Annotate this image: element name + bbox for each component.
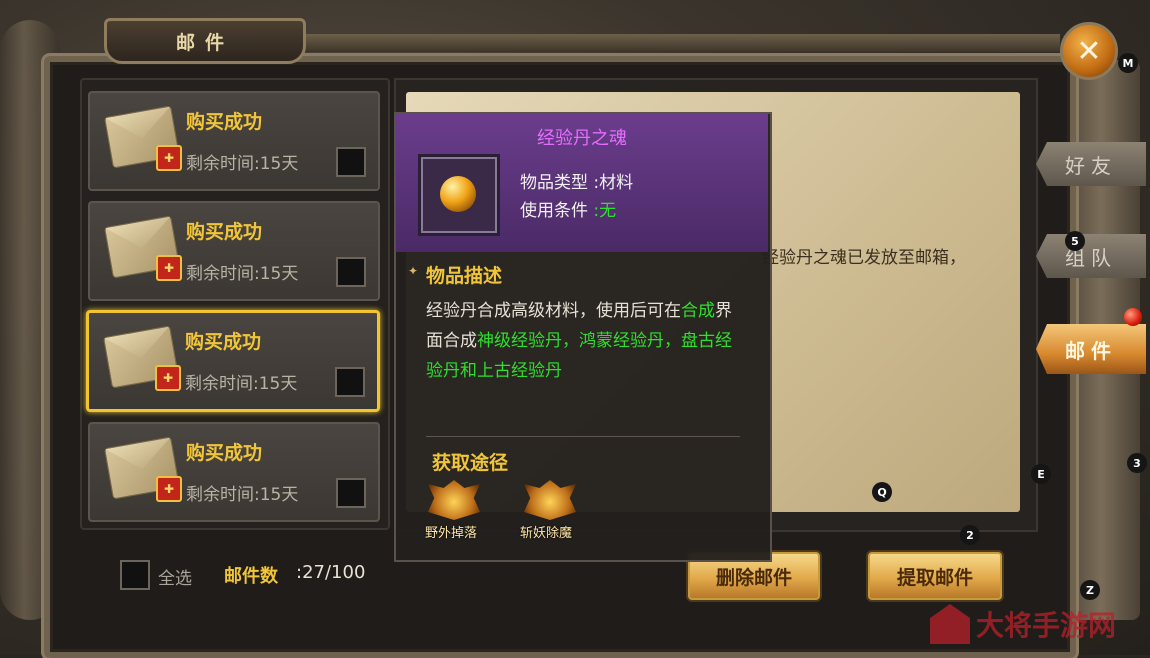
mail-item[interactable]: ✚ 购买成功 剩余时间:15天 — [88, 201, 380, 301]
item-type-row: 物品类型 :材料 — [520, 168, 633, 193]
close-button[interactable]: ✕ — [1060, 22, 1118, 80]
notification-badge-icon — [1124, 308, 1142, 326]
overlay-marker: Z — [1080, 580, 1100, 600]
mail-title: 购买成功 — [186, 221, 263, 243]
overlay-marker: 2 — [960, 525, 980, 545]
source-label: 野外掉落 — [425, 526, 478, 541]
tab-mail[interactable]: 邮件 — [1036, 324, 1146, 374]
close-icon: ✕ — [1076, 33, 1102, 69]
mail-checkbox[interactable] — [336, 147, 366, 177]
gift-icon: ✚ — [156, 255, 182, 281]
demon-slaying-icon[interactable] — [524, 480, 576, 520]
tab-team[interactable]: 组队 — [1036, 234, 1146, 278]
mail-item[interactable]: ✚ 购买成功 剩余时间:15天 — [88, 91, 380, 191]
source-label: 斩妖除魔 — [520, 526, 573, 541]
mail-checkbox[interactable] — [336, 257, 366, 287]
mail-count-value: :27/100 — [296, 562, 366, 583]
use-condition-row: 使用条件 :无 — [520, 196, 616, 221]
overlay-marker: M — [1118, 53, 1138, 73]
mail-checkbox[interactable] — [335, 367, 365, 397]
top-frame-bar — [300, 34, 1060, 52]
mail-time: 剩余时间:15天 — [186, 154, 299, 174]
wild-drop-icon[interactable] — [428, 480, 480, 520]
item-description-title: 物品描述 — [426, 265, 503, 287]
item-type-label: 物品类型 — [520, 173, 588, 193]
desc-highlight: 合成 — [681, 301, 715, 321]
site-watermark: 大将手游网 — [930, 600, 1140, 648]
watermark-logo-icon — [930, 604, 970, 644]
item-type-value: :材料 — [593, 173, 634, 193]
golden-orb-icon — [440, 176, 476, 212]
item-description-text: 经验丹合成高级材料，使用后可在合成界面合成神级经验丹，鸿蒙经验丹，盘古经验丹和上… — [426, 296, 748, 386]
gift-icon: ✚ — [155, 365, 181, 391]
mail-time: 剩余时间:15天 — [186, 264, 299, 284]
mail-title: 购买成功 — [186, 111, 263, 133]
select-all-checkbox[interactable] — [120, 560, 150, 590]
watermark-text: 大将手游网 — [976, 609, 1117, 642]
use-condition-label: 使用条件 — [520, 201, 588, 221]
overlay-marker: 3 — [1127, 453, 1147, 473]
mail-checkbox[interactable] — [336, 478, 366, 508]
overlay-marker: E — [1031, 464, 1051, 484]
mail-title: 购买成功 — [185, 331, 262, 353]
window-title: 邮件 — [175, 31, 234, 54]
mail-count-label: 邮件数 — [224, 566, 278, 587]
overlay-marker: 5 — [1065, 231, 1085, 251]
acquire-source-title: 获取途径 — [432, 452, 509, 474]
mail-item[interactable]: ✚ 购买成功 剩余时间:15天 — [88, 422, 380, 522]
mail-time: 剩余时间:15天 — [185, 374, 298, 394]
gift-icon: ✚ — [156, 476, 182, 502]
extract-mail-button[interactable]: 提取邮件 — [868, 552, 1002, 600]
select-all-label: 全选 — [158, 569, 192, 589]
use-condition-value: :无 — [593, 201, 617, 221]
tooltip-divider — [426, 436, 740, 437]
mail-title: 购买成功 — [186, 442, 263, 464]
item-name: 经验丹之魂 — [537, 128, 627, 149]
mail-time: 剩余时间:15天 — [186, 485, 299, 505]
window-title-tab: 邮件 — [104, 18, 306, 64]
diamond-bullet-icon: ✦ — [408, 264, 419, 278]
desc-part: 经验丹合成高级材料，使用后可在 — [426, 301, 681, 321]
letter-body-text: 经验丹之魂已发放至邮箱， — [762, 248, 966, 268]
overlay-marker: Q — [872, 482, 892, 502]
mail-item-selected[interactable]: ✚ 购买成功 剩余时间:15天 — [86, 310, 380, 412]
gift-icon: ✚ — [156, 145, 182, 171]
tab-friends[interactable]: 好友 — [1036, 142, 1146, 186]
